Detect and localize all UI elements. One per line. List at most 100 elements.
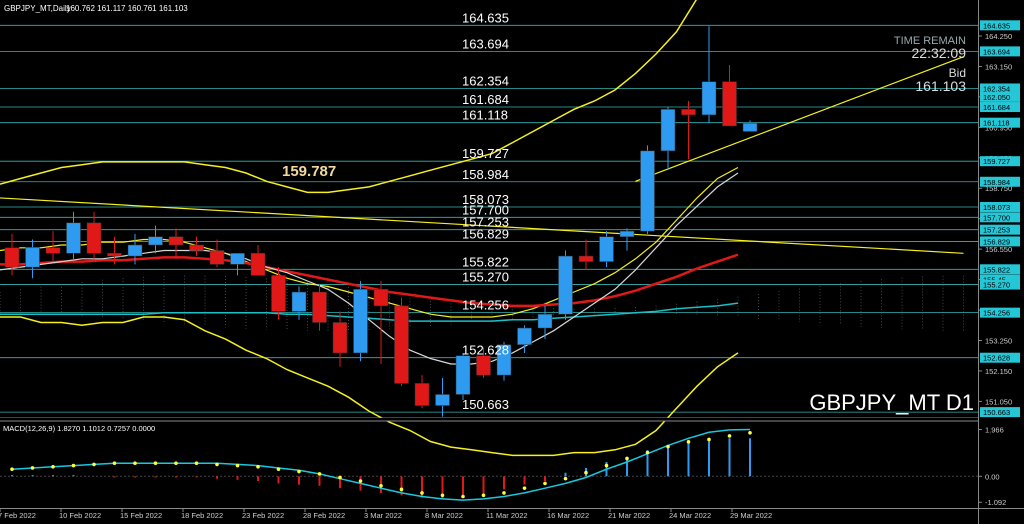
candle-body [578,255,594,262]
symbol-info: GBPJPY_MT,Daily [4,4,71,13]
candle-body [107,253,122,257]
price-chart[interactable]: 164.635 163.694 162.354 161.684 161.118 159.7… [0,0,1024,524]
time-tick-label: 11 Mar 2022 [486,511,528,520]
candle-body [373,289,389,307]
candle-body [435,394,450,406]
macd-dot [71,463,76,468]
macd-dot [133,461,137,466]
level-label: 156.829 [462,226,509,241]
candle-body [455,355,471,395]
macd-dot [235,463,240,468]
time-tick-label: 7 Feb 2022 [0,511,36,520]
candle-body [148,236,163,246]
price-tag-label: 161.684 [983,103,1010,112]
macd-dot [194,461,199,466]
candle-body [271,275,286,312]
candle-body [701,81,717,116]
candle-body [45,247,61,254]
price-tick-label: 164.250 [985,32,1012,41]
price-tag-label: 158.984 [983,178,1010,187]
candle-body [537,313,553,329]
macd-dot [748,430,752,435]
price-tag-label: 159.727 [983,157,1010,166]
level-label: 152.628 [462,343,509,358]
candle-body [291,291,307,312]
price-tag-label: 156.829 [983,237,1010,246]
candle-body [722,81,737,127]
level-label: 158.984 [462,167,509,182]
level-label: 154.256 [462,298,509,313]
price-tag-label: 161.118 [983,119,1010,128]
macd-dot [399,487,404,492]
macd-dot [153,461,158,466]
level-label: 159.727 [462,146,509,161]
time-tick-label: 8 Mar 2022 [425,511,463,520]
macd-dot [358,479,363,483]
macd-dot [481,493,486,498]
price-tick-label: 151.050 [985,397,1012,406]
time-tick-label: 10 Feb 2022 [59,511,101,520]
candle-body [640,150,655,232]
time-remain-value: 22:32:09 [912,45,967,61]
macd-dot [502,491,506,495]
level-label: 155.822 [462,254,509,269]
macd-dot [666,444,670,449]
macd-dot [112,461,117,466]
level-label: 161.684 [462,92,509,107]
macd-dot [461,494,465,499]
macd-tick-label: -1.092 [985,498,1006,507]
time-tick-label: 16 Mar 2022 [547,511,589,520]
macd-dot [317,472,322,476]
macd-dot [420,491,424,495]
macd-dot [215,462,219,467]
candle-body [209,250,225,265]
macd-dot [379,483,383,488]
macd-dot [584,470,588,475]
price-tag-label: 157.700 [983,213,1010,222]
time-tick-label: 23 Feb 2022 [242,511,284,520]
candle-body [312,291,327,323]
candle-body [517,327,532,345]
candle-body [250,253,266,276]
macd-dot [10,467,14,471]
candle-body [619,230,635,237]
macd-dot [30,466,35,470]
price-tag-label: 152.628 [983,354,1010,363]
price-tag-label: 154.256 [983,309,1010,318]
price-tag-label: 162.050 [983,93,1010,102]
macd-dot [707,437,711,442]
symbol-watermark: GBPJPY_MT D1 [809,390,974,415]
price-tick-label: 156.550 [985,245,1012,254]
level-label: 164.635 [462,10,509,25]
highlight-level: 159.787 [282,163,336,180]
price-tick-label: 152.150 [985,367,1012,376]
time-tick-label: 15 Feb 2022 [120,511,162,520]
macd-dot [440,493,445,498]
chart-background [0,0,1024,524]
time-tick-label: 21 Mar 2022 [608,511,650,520]
price-tag-label: 164.635 [983,21,1010,30]
candle-body [332,322,348,354]
time-tick-label: 24 Mar 2022 [669,511,711,520]
macd-dot [174,461,178,466]
candle-body [742,122,758,132]
macd-dot [338,475,342,480]
candle-body [394,305,409,384]
level-label: 162.354 [462,73,509,88]
macd-label: MACD(12,26,9) 1.8270 1.1012 0.7257 0.000… [3,424,155,433]
candle-body [189,244,204,251]
price-tick-label: 153.250 [985,336,1012,345]
candle-body [168,236,184,246]
macd-dot [51,464,55,469]
candle-body [86,222,102,254]
candle-body [230,253,245,265]
macd-dot [256,464,260,469]
candle-body [25,247,40,268]
price-tag-label: 155.822 [983,265,1010,274]
level-label: 163.694 [462,36,509,51]
candle-body [599,236,614,262]
macd-dot [727,434,732,438]
macd-dot [686,440,691,444]
candle-body [127,244,143,257]
time-tick-label: 18 Feb 2022 [181,511,223,520]
